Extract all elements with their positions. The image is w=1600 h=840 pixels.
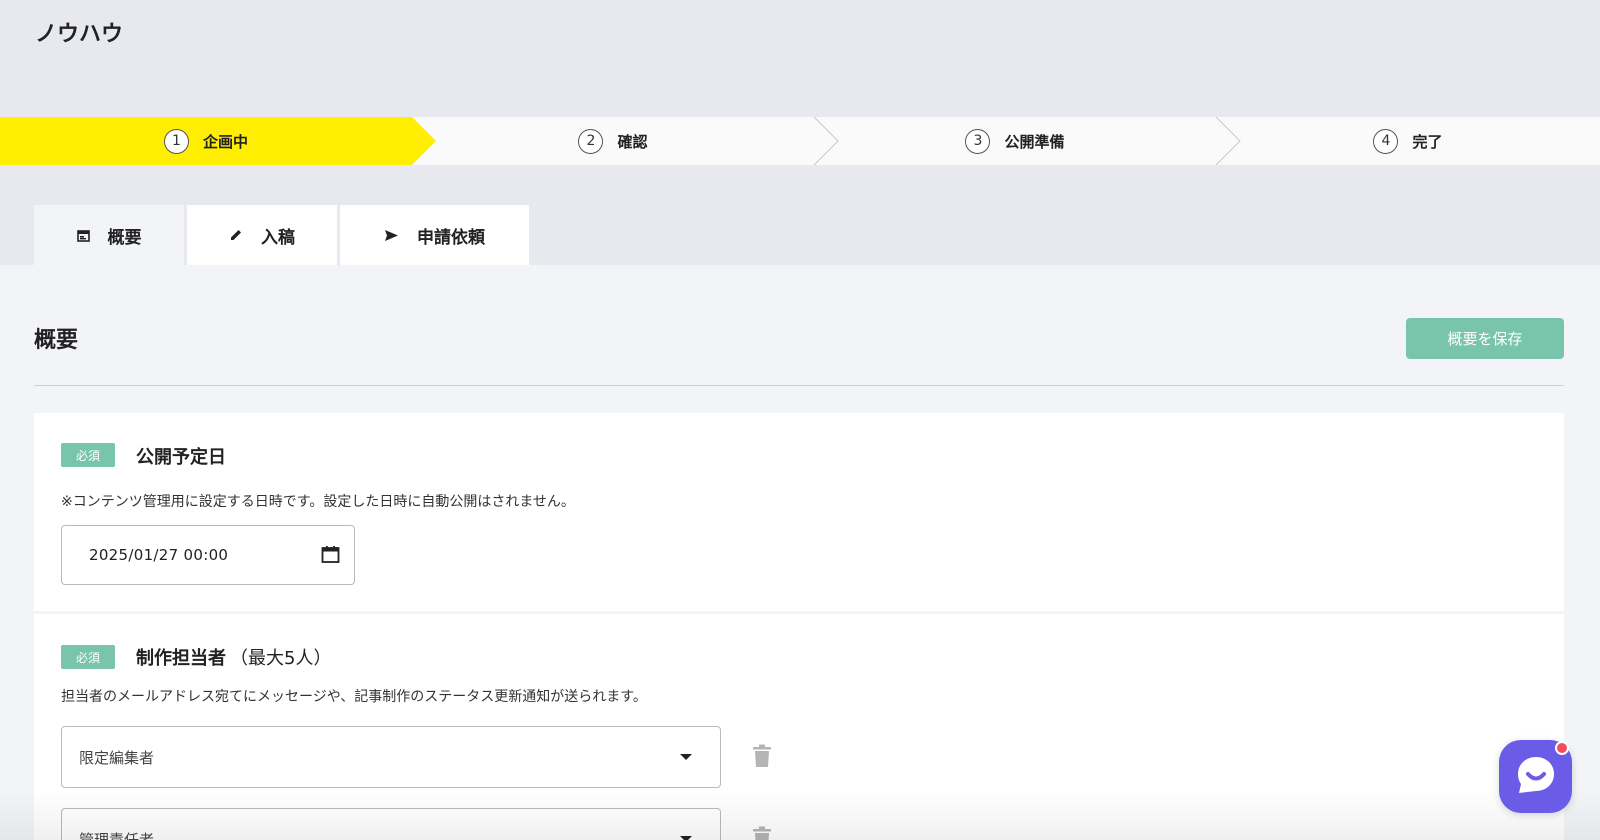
step-number: 2	[578, 128, 604, 154]
publish-date-input[interactable]: 2025/01/27 00:00	[61, 525, 355, 585]
step-number: 1	[163, 128, 189, 154]
step-label: 公開準備	[1004, 132, 1065, 151]
section-title: 概要	[34, 328, 79, 353]
section-divider	[34, 385, 1564, 386]
caret-down-icon	[680, 754, 692, 760]
step-4: 4 完了	[1216, 117, 1600, 165]
select-value: 限定編集者	[79, 748, 155, 767]
assignees-card: 必須 制作担当者 （最大5人） 担当者のメールアドレス宛てにメッセージや、記事制作…	[34, 614, 1564, 840]
send-icon	[384, 229, 399, 242]
field-label: 制作担当者 （最大5人）	[136, 644, 331, 670]
date-value: 2025/01/27 00:00	[89, 546, 229, 564]
notification-dot	[1555, 741, 1569, 755]
caret-down-icon	[680, 836, 692, 840]
publish-date-card: 必須 公開予定日 ※コンテンツ管理用に設定する日時です。設定した日時に自動公開は…	[34, 413, 1564, 611]
progress-stepper: 1 企画中 2 確認 3 公開準備 4 完了	[0, 117, 1600, 165]
tab-label: 入稿	[261, 227, 295, 248]
field-description: 担当者のメールアドレス宛てにメッセージや、記事制作のステータス更新通知が送られま…	[61, 689, 647, 705]
step-label: 企画中	[202, 132, 248, 151]
required-badge: 必須	[61, 443, 115, 467]
chat-icon	[1515, 754, 1557, 800]
field-label-text: 制作担当者	[136, 648, 226, 669]
save-overview-button[interactable]: 概要を保存	[1406, 318, 1564, 359]
calendar-icon[interactable]	[321, 545, 340, 568]
tab-submission[interactable]: 入稿	[187, 205, 337, 265]
assignee-select[interactable]: 限定編集者	[61, 726, 721, 788]
trash-icon[interactable]	[752, 826, 772, 840]
step-1: 1 企画中	[0, 117, 412, 165]
tab-request[interactable]: 申請依頼	[340, 205, 529, 265]
trash-icon[interactable]	[752, 744, 772, 772]
step-label: 完了	[1412, 132, 1443, 151]
tab-bar: 概要 入稿 申請依頼	[34, 205, 529, 265]
step-label: 確認	[617, 132, 648, 151]
field-description: ※コンテンツ管理用に設定する日時です。設定した日時に自動公開はされません。	[61, 494, 575, 510]
calendar-icon	[76, 229, 90, 242]
step-number: 3	[965, 128, 991, 154]
top-header: ノウハウ 1 企画中 2 確認 3 公開準備 4 完了 概要 入稿 申請依頼	[0, 0, 1600, 265]
step-3: 3 公開準備	[814, 117, 1216, 165]
assignee-select[interactable]: 管理責任者	[61, 808, 721, 840]
tab-label: 申請依頼	[417, 227, 485, 248]
field-label: 公開予定日	[136, 447, 226, 468]
app-title: ノウハウ	[35, 22, 124, 47]
pencil-icon	[229, 228, 243, 242]
step-number: 4	[1373, 128, 1399, 154]
select-value: 管理責任者	[79, 830, 155, 840]
field-sublabel: （最大5人）	[230, 648, 332, 669]
required-badge: 必須	[61, 645, 115, 669]
tab-label: 概要	[107, 227, 142, 248]
tab-overview[interactable]: 概要	[34, 205, 184, 265]
step-2: 2 確認	[412, 117, 814, 165]
